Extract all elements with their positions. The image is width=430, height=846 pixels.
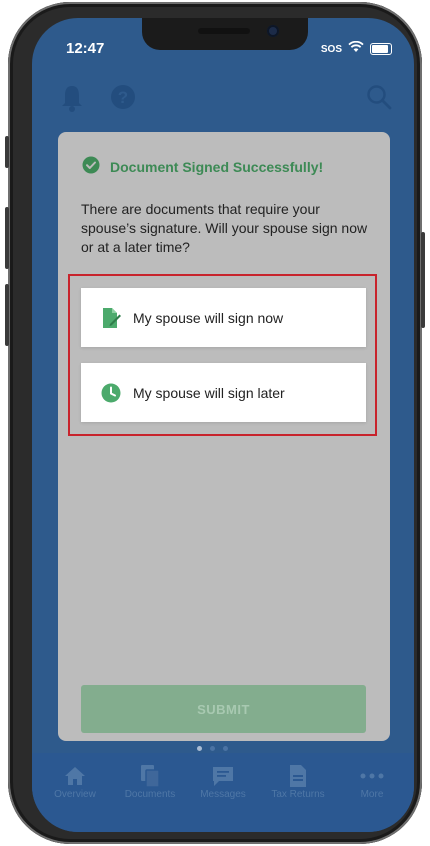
tab-overview[interactable]: Overview [37, 763, 113, 800]
option-label: My spouse will sign later [133, 384, 285, 401]
power-button [421, 232, 425, 328]
clock-icon [99, 383, 123, 403]
option-sign-later[interactable]: My spouse will sign later [81, 363, 366, 422]
check-circle-icon [82, 156, 100, 177]
tab-label: Overview [54, 789, 96, 800]
bottom-tab-bar: Overview Documents Messages Tax Returns [32, 753, 414, 832]
search-icon[interactable] [366, 84, 392, 115]
wifi-icon [348, 40, 364, 58]
message-icon [185, 763, 261, 789]
tab-more[interactable]: More [334, 763, 410, 800]
speaker [198, 28, 250, 34]
home-icon [37, 763, 113, 789]
volume-down-button [5, 284, 9, 346]
success-message: Document Signed Successfully! [82, 156, 323, 177]
option-label: My spouse will sign now [133, 309, 284, 326]
success-title: Document Signed Successfully! [110, 158, 324, 175]
mute-switch [5, 136, 9, 168]
front-camera [267, 25, 279, 37]
tab-label: Messages [200, 789, 246, 800]
battery-icon [370, 43, 392, 55]
sos-label: SOS [320, 43, 342, 55]
bell-icon[interactable] [60, 84, 84, 117]
svg-text:?: ? [118, 88, 128, 107]
submit-button[interactable]: SUBMIT [81, 685, 366, 733]
phone-frame: 12:47 SOS ? Overview Documents Messages … [5, 2, 425, 844]
documents-icon [112, 763, 188, 789]
volume-up-button [5, 207, 9, 269]
tab-label: Tax Returns [271, 789, 325, 800]
document-sign-icon [99, 307, 123, 329]
help-icon[interactable]: ? [110, 84, 136, 115]
more-icon [334, 763, 410, 789]
page-dot [210, 746, 215, 751]
spouse-signature-question: There are documents that require your sp… [81, 201, 368, 255]
tax-return-icon [260, 763, 336, 789]
screen: 12:47 SOS ? Overview Documents Messages … [32, 18, 414, 832]
page-dot [223, 746, 228, 751]
app-header: ? [32, 78, 414, 118]
status-time: 12:47 [66, 40, 105, 57]
tab-documents[interactable]: Documents [112, 763, 188, 800]
page-dot [197, 746, 202, 751]
tab-tax-returns[interactable]: Tax Returns [260, 763, 336, 800]
tab-messages[interactable]: Messages [185, 763, 261, 800]
status-indicators: SOS [321, 40, 392, 58]
option-sign-now[interactable]: My spouse will sign now [81, 288, 366, 347]
signature-dialog: Document Signed Successfully! There are … [58, 132, 390, 741]
tab-label: More [360, 789, 384, 800]
notch [142, 18, 308, 50]
tab-label: Documents [124, 789, 176, 800]
page-indicator [197, 746, 228, 751]
